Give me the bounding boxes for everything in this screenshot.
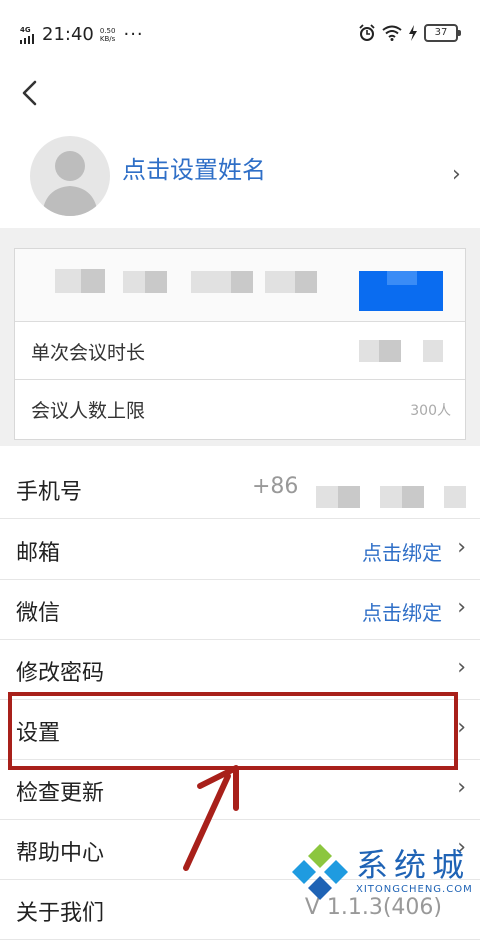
site-watermark: 系统城 XITONGCHENG.COM: [290, 838, 474, 906]
watermark-url: XITONGCHENG.COM: [356, 884, 473, 895]
watermark-logo-icon: [292, 844, 348, 900]
watermark-text: 系统城: [356, 846, 471, 884]
pointer-arrow: [183, 765, 239, 871]
